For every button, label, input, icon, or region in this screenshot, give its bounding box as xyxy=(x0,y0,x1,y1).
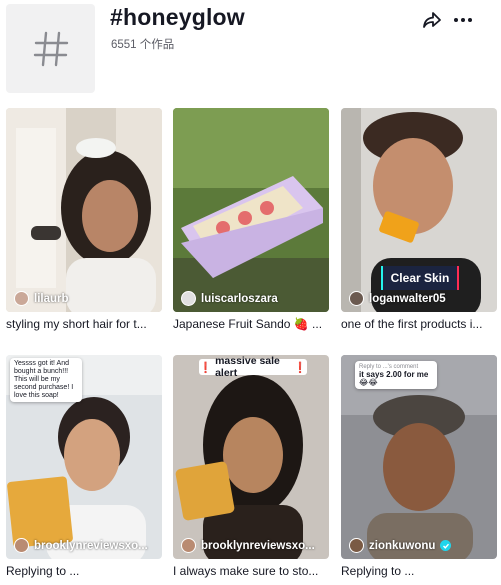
avatar xyxy=(14,291,29,306)
video-thumbnail[interactable]: Clear Skin loganwalter05 xyxy=(341,108,497,312)
avatar xyxy=(349,538,364,553)
thumbnail-image xyxy=(173,355,329,559)
sale-alert-banner: ❗ massive sale alert ❗ xyxy=(199,355,307,379)
video-card[interactable]: lilaurb styling my short hair for t... xyxy=(6,108,162,331)
video-caption[interactable]: Replying to ... xyxy=(341,564,497,578)
video-thumbnail[interactable]: Reply to ...'s comment it says 2.00 for … xyxy=(341,355,497,559)
verified-icon xyxy=(440,540,452,551)
page-title: #honeyglow xyxy=(110,4,245,30)
video-caption[interactable]: styling my short hair for t... xyxy=(6,317,162,331)
author-name: lilaurb xyxy=(34,292,69,305)
comment-sticker: Reply to ...'s comment it says 2.00 for … xyxy=(355,361,437,389)
video-caption[interactable]: Replying to ... xyxy=(6,564,162,578)
comment-emoji: 😂😂 xyxy=(359,378,378,387)
hashtag-header: #honeyglow 6551 个作品 xyxy=(0,0,501,100)
overlay-text-clear-skin: Clear Skin xyxy=(383,266,457,290)
author-badge[interactable]: lilaurb xyxy=(14,291,69,306)
video-thumbnail[interactable]: Yessss got it! And bought a bunch!!! Thi… xyxy=(6,355,162,559)
author-name: luiscarloszara xyxy=(201,292,278,305)
author-badge[interactable]: zionkuwonu xyxy=(349,538,452,553)
video-card[interactable]: Reply to ...'s comment it says 2.00 for … xyxy=(341,355,497,578)
video-caption[interactable]: I always make sure to sto... xyxy=(173,564,329,578)
video-caption[interactable]: Japanese Fruit Sando 🍓 ... xyxy=(173,317,329,331)
author-name: loganwalter05 xyxy=(369,292,446,305)
author-name: brooklynreviewsxo... xyxy=(201,539,315,552)
author-badge[interactable]: luiscarloszara xyxy=(181,291,278,306)
sale-alert-text: massive sale alert xyxy=(215,355,280,379)
author-badge[interactable]: brooklynreviewsxo... xyxy=(181,538,315,553)
author-badge[interactable]: loganwalter05 xyxy=(349,291,446,306)
more-options-button[interactable] xyxy=(452,10,474,30)
video-caption[interactable]: one of the first products i... xyxy=(341,317,497,331)
alert-mark-icon: ❗ xyxy=(293,361,307,374)
hashtag-cover xyxy=(6,4,95,93)
avatar xyxy=(14,538,29,553)
video-count: 6551 个作品 xyxy=(111,39,175,51)
avatar xyxy=(181,291,196,306)
video-thumbnail[interactable]: luiscarloszara xyxy=(173,108,329,312)
avatar xyxy=(181,538,196,553)
video-card[interactable]: Yessss got it! And bought a bunch!!! Thi… xyxy=(6,355,162,578)
comment-sticker: Yessss got it! And bought a bunch!!! Thi… xyxy=(10,358,82,402)
author-name: brooklynreviewsxo... xyxy=(34,539,148,552)
share-button[interactable] xyxy=(422,10,442,30)
video-card[interactable]: Clear Skin loganwalter05 one of the firs… xyxy=(341,108,497,331)
hashtag-icon xyxy=(33,31,68,66)
thumbnail-image xyxy=(173,108,329,312)
share-icon xyxy=(423,12,441,28)
alert-mark-icon: ❗ xyxy=(199,361,213,374)
avatar xyxy=(349,291,364,306)
video-card[interactable]: ❗ massive sale alert ❗ brooklynreviewsxo… xyxy=(173,355,329,578)
more-icon xyxy=(454,18,472,22)
author-badge[interactable]: brooklynreviewsxo... xyxy=(14,538,148,553)
thumbnail-image xyxy=(6,108,162,312)
video-thumbnail[interactable]: ❗ massive sale alert ❗ brooklynreviewsxo… xyxy=(173,355,329,559)
video-card[interactable]: luiscarloszara Japanese Fruit Sando 🍓 ..… xyxy=(173,108,329,331)
video-thumbnail[interactable]: lilaurb xyxy=(6,108,162,312)
author-name: zionkuwonu xyxy=(369,539,436,552)
